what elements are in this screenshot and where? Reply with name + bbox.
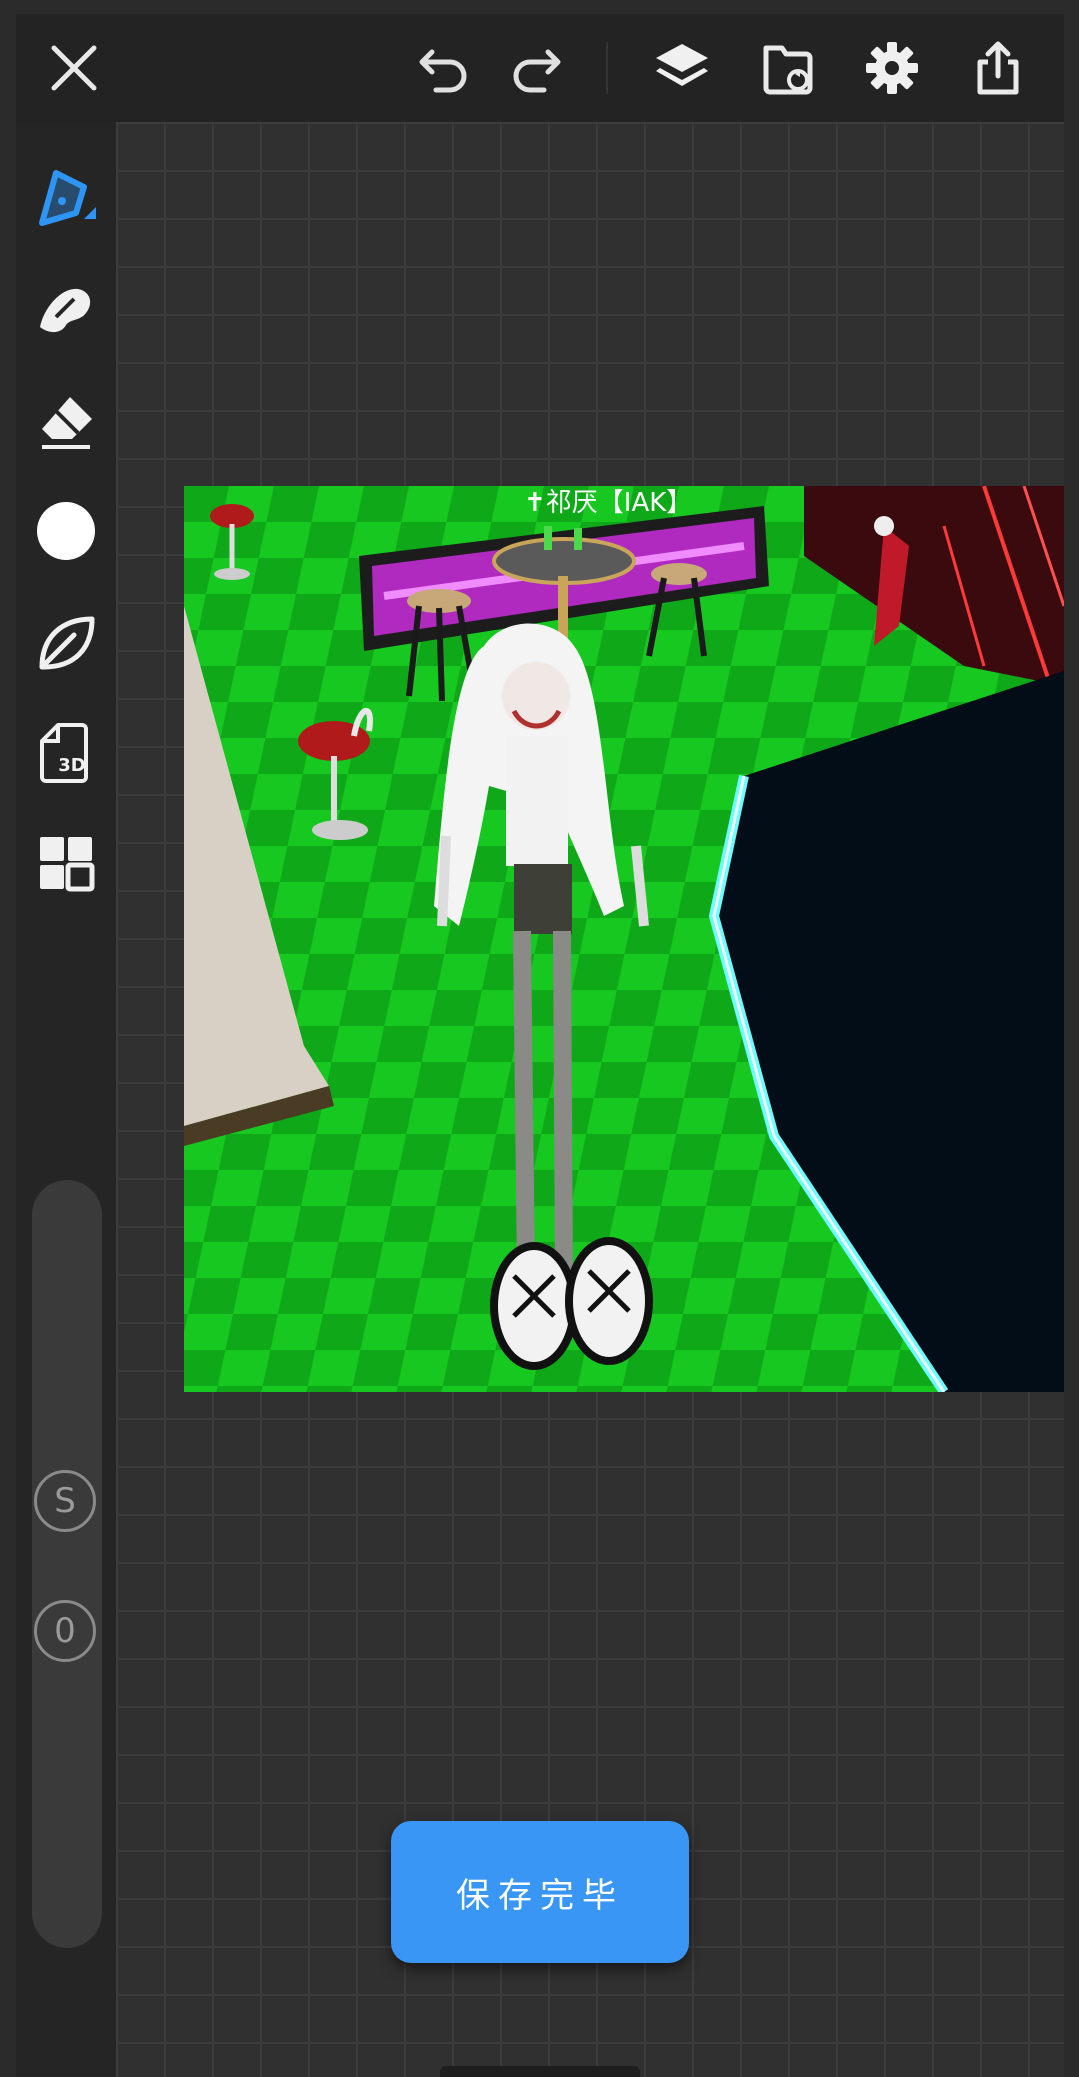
3d-file-icon: 3D <box>40 723 88 783</box>
grid-icon <box>40 837 95 892</box>
eraser-icon <box>42 397 92 449</box>
close-button[interactable] <box>34 28 114 108</box>
redo-icon <box>513 49 561 93</box>
toolbar-divider <box>606 42 608 94</box>
layers-button[interactable] <box>642 28 722 108</box>
player-nametag: ✝祁厌【IAK】 <box>524 488 692 518</box>
pen-icon <box>39 170 96 226</box>
eraser-tool-button[interactable] <box>16 376 116 466</box>
gear-icon <box>866 42 918 94</box>
top-toolbar <box>16 14 1064 122</box>
smudge-icon <box>40 288 91 333</box>
grid-tool-button[interactable] <box>16 818 116 908</box>
3d-label: 3D <box>58 755 85 776</box>
3d-tool-button[interactable]: 3D <box>16 708 116 798</box>
pen-tool-button[interactable] <box>16 152 116 242</box>
vr-scene-image: ✝祁厌【IAK】 <box>184 486 1064 1392</box>
redo-button[interactable] <box>496 28 576 108</box>
share-icon <box>977 41 1019 95</box>
leaf-icon <box>39 616 95 670</box>
opacity-button[interactable]: 0 <box>34 1600 96 1662</box>
close-icon <box>51 45 97 91</box>
brush-size-slider[interactable] <box>32 1180 102 1948</box>
undo-icon <box>419 49 467 93</box>
color-circle-icon <box>37 502 95 560</box>
shape-tool-button[interactable] <box>16 598 116 688</box>
settings-button[interactable] <box>852 28 932 108</box>
canvas-image[interactable]: ✝祁厌【IAK】 <box>184 486 1064 1392</box>
gallery-icon <box>763 45 813 95</box>
gallery-button[interactable] <box>748 28 828 108</box>
layers-icon <box>656 44 708 86</box>
smudge-tool-button[interactable] <box>16 264 116 354</box>
size-button[interactable]: S <box>34 1470 96 1532</box>
color-tool-button[interactable] <box>16 486 116 576</box>
undo-button[interactable] <box>404 28 484 108</box>
share-button[interactable] <box>958 28 1038 108</box>
home-indicator <box>440 2066 640 2077</box>
save-button[interactable]: 保存完毕 <box>391 1821 689 1963</box>
